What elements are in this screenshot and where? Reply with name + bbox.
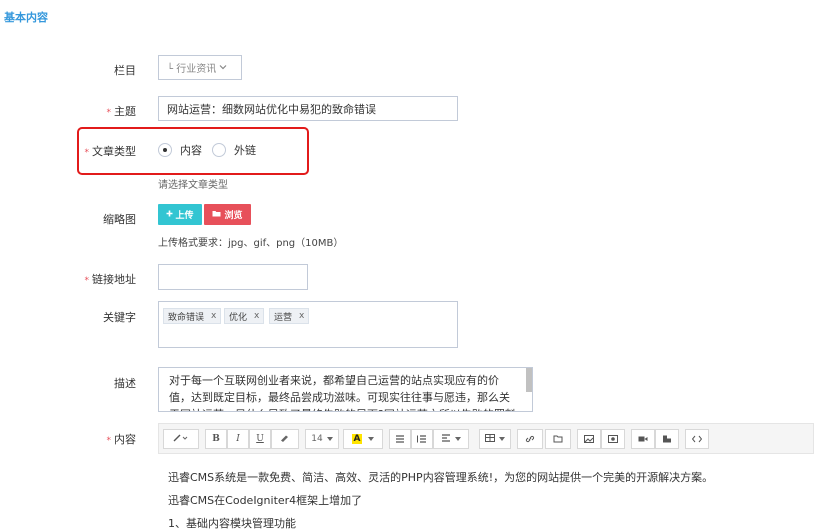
- upload-button-label: 上传: [175, 211, 194, 221]
- picture-icon[interactable]: [577, 429, 601, 449]
- content-paragraph[interactable]: 迅睿CMS系统是一款免费、简洁、高效、灵活的PHP内容管理系统!，为您的网站提供…: [168, 469, 713, 485]
- subject-input[interactable]: 网站运营：细数网站优化中易犯的致命错误: [158, 96, 458, 121]
- content-paragraph[interactable]: 迅睿CMS在CodeIgniter4框架上增加了: [168, 492, 362, 508]
- italic-icon[interactable]: I: [227, 429, 249, 449]
- bold-icon[interactable]: B: [205, 429, 227, 449]
- remove-tag-icon[interactable]: x: [299, 311, 304, 321]
- thumbnail-label: 缩略图: [103, 213, 136, 226]
- chevron-down-icon: [368, 434, 375, 444]
- keyword-tag-label: 优化: [229, 312, 248, 323]
- description-textarea[interactable]: 对于每一个互联网创业者来说，都希望自己运营的站点实现应有的价值，达到既定目标，最…: [158, 367, 533, 412]
- attachment-icon[interactable]: [655, 429, 679, 449]
- align-icon: [441, 433, 451, 445]
- video-icon[interactable]: [631, 429, 655, 449]
- font-color-icon: A: [351, 434, 363, 444]
- unordered-list-icon[interactable]: [389, 429, 411, 449]
- font-size-dropdown[interactable]: 14: [305, 429, 339, 449]
- plus-icon: [166, 210, 173, 220]
- ordered-list-icon[interactable]: [411, 429, 433, 449]
- keyword-tag-label: 运营: [274, 312, 293, 323]
- link-label: * 链接地址: [84, 273, 137, 286]
- magic-wand-icon: [173, 434, 189, 445]
- folder-icon: [212, 210, 221, 220]
- align-dropdown[interactable]: [433, 429, 469, 449]
- style-dropdown[interactable]: [163, 429, 199, 449]
- upload-button[interactable]: 上传: [158, 204, 202, 225]
- radio-option-content[interactable]: 内容: [158, 142, 202, 158]
- radio-label-link: 外链: [234, 144, 256, 157]
- column-label: 栏目: [114, 64, 136, 77]
- image-icon[interactable]: [601, 429, 625, 449]
- underline-icon[interactable]: U: [249, 429, 271, 449]
- font-size-value: 14: [311, 434, 323, 444]
- keyword-tag: 致命错误 x: [163, 308, 222, 324]
- browse-button-label: 浏览: [224, 211, 243, 221]
- thumbnail-help: 上传格式要求：jpg、gif、png（10MB）: [158, 238, 344, 249]
- radio-option-link[interactable]: 外链: [212, 142, 256, 158]
- keywords-input[interactable]: 致命错误 x 优化 x 运营 x: [158, 301, 458, 348]
- article-type-help: 请选择文章类型: [158, 180, 228, 191]
- radio-checked-icon: [158, 143, 172, 157]
- code-view-icon[interactable]: [685, 429, 709, 449]
- remove-tag-icon[interactable]: x: [254, 311, 259, 321]
- chevron-down-icon: [326, 434, 333, 444]
- font-color-dropdown[interactable]: A: [343, 429, 383, 449]
- eraser-icon[interactable]: [271, 429, 299, 449]
- article-type-label: * 文章类型: [84, 145, 137, 158]
- description-scrollbar[interactable]: [526, 368, 532, 392]
- chevron-down-icon: [219, 62, 227, 73]
- chevron-down-icon: [499, 434, 505, 444]
- browse-button[interactable]: 浏览: [204, 204, 251, 225]
- column-select[interactable]: └ 行业资讯: [158, 55, 242, 80]
- subject-value: 网站运营：细数网站优化中易犯的致命错误: [167, 102, 376, 116]
- description-text: 对于每一个互联网创业者来说，都希望自己运营的站点实现应有的价值，达到既定目标，最…: [169, 374, 516, 411]
- keyword-tag-label: 致命错误: [168, 312, 205, 323]
- table-icon: [485, 433, 495, 445]
- link-icon[interactable]: [517, 429, 543, 449]
- keyword-tag: 运营 x: [269, 308, 310, 324]
- radio-unchecked-icon: [212, 143, 226, 157]
- file-icon[interactable]: [545, 429, 571, 449]
- keywords-label: 关键字: [103, 311, 136, 324]
- chevron-down-icon: [455, 434, 461, 444]
- content-label: * 内容: [106, 433, 137, 446]
- editor-toolbar: B I U 14 A: [158, 423, 814, 454]
- remove-tag-icon[interactable]: x: [211, 311, 216, 321]
- table-dropdown[interactable]: [479, 429, 511, 449]
- link-input[interactable]: [158, 264, 308, 290]
- subject-label: * 主题: [106, 105, 137, 118]
- keyword-tag: 优化 x: [224, 308, 265, 324]
- section-title: 基本内容: [4, 11, 48, 24]
- column-select-value: └ 行业资讯: [167, 64, 217, 75]
- radio-label-content: 内容: [180, 144, 202, 157]
- content-paragraph[interactable]: 1、基础内容模块管理功能: [168, 515, 296, 531]
- description-label: 描述: [114, 377, 136, 390]
